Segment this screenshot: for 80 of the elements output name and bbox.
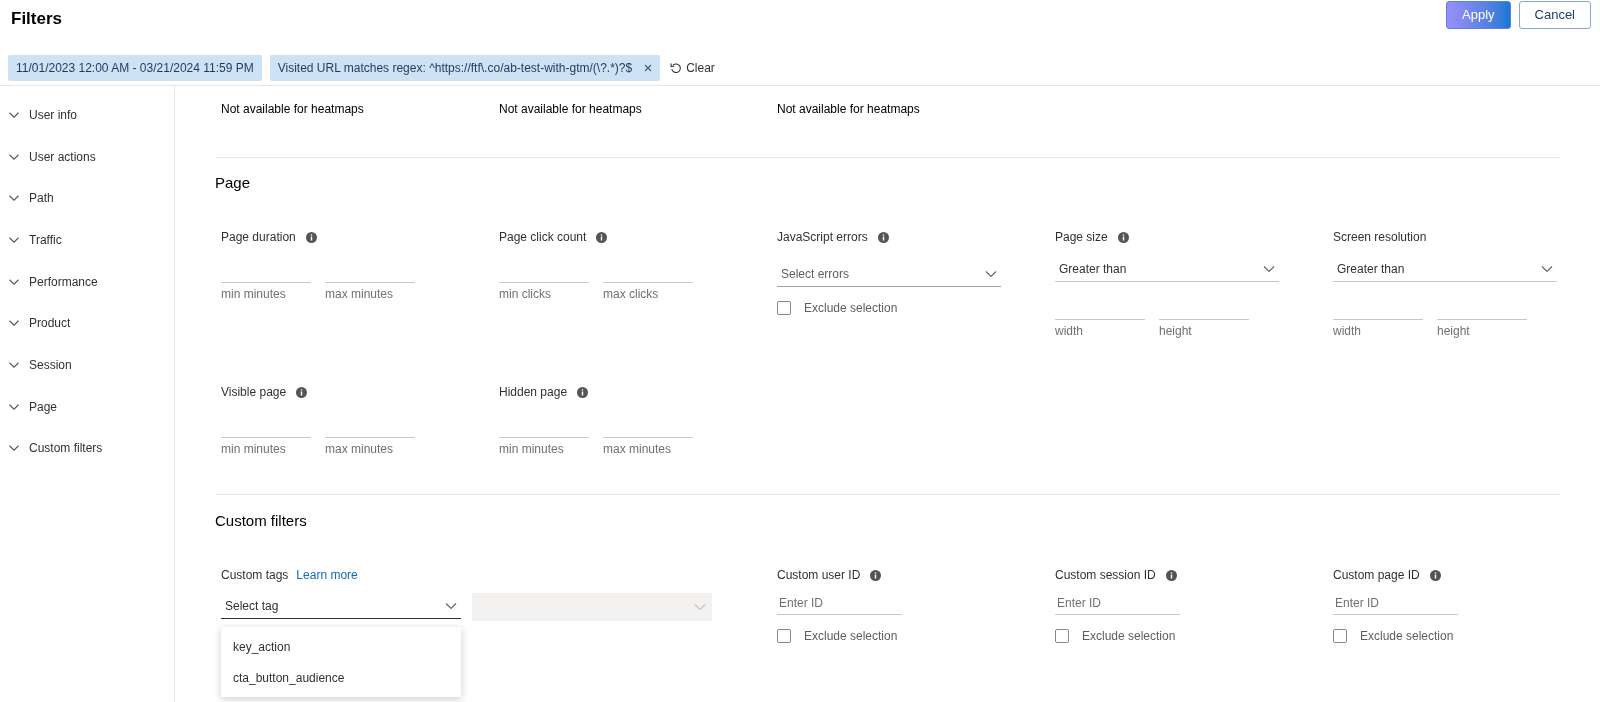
chevron-down-icon <box>8 403 20 411</box>
checkbox[interactable] <box>1333 629 1347 643</box>
field-value: Not available for heatmaps <box>221 102 364 116</box>
input-hint: max minutes <box>325 441 395 458</box>
chevron-down-icon <box>1263 264 1275 273</box>
field-label: Custom tags <box>221 567 289 584</box>
close-icon[interactable] <box>644 63 653 72</box>
page-title: Filters <box>11 8 63 30</box>
chevron-down-icon <box>8 444 20 452</box>
checkbox-label: Exclude selection <box>1360 628 1454 645</box>
chevron-down-icon <box>8 236 20 244</box>
input-hint: min minutes <box>221 441 287 458</box>
sidebar-item[interactable]: User info <box>8 94 174 136</box>
sidebar-item[interactable]: Page <box>8 385 174 428</box>
dropdown-option[interactable]: cta_button_audience <box>221 662 461 693</box>
sidebar-item[interactable]: Custom filters <box>8 427 174 470</box>
checkbox[interactable] <box>777 301 791 315</box>
errors-dropdown[interactable]: Select errors <box>777 261 1001 287</box>
chevron-down-icon <box>8 278 20 286</box>
input-hint: min clicks <box>499 286 552 303</box>
field-label: Page click count <box>499 229 587 246</box>
field-value: Not available for heatmaps <box>777 102 920 116</box>
chevron-down-icon <box>985 269 997 278</box>
sidebar-item[interactable]: Product <box>8 302 174 345</box>
checkbox-label: Exclude selection <box>804 628 898 645</box>
chip-label: Visited URL matches regex: ^https://ftf\.co/ab-test-with-gtm/(\?.*)?$ <box>277 59 633 77</box>
field-label: Custom page ID <box>1333 567 1420 584</box>
chevron-down-icon <box>8 194 20 202</box>
input-hint: max minutes <box>325 286 395 303</box>
input-hint: height <box>1437 323 1471 340</box>
field-label: Screen resolution <box>1333 229 1427 246</box>
undo-icon <box>670 61 683 74</box>
field-value: Not available for heatmaps <box>499 102 642 116</box>
input-hint: min minutes <box>221 286 287 303</box>
checkbox-label: Exclude selection <box>1082 628 1176 645</box>
id-input-field[interactable]: Enter ID <box>777 591 902 615</box>
chevron-down-icon <box>8 152 20 161</box>
input-hint: max clicks <box>603 286 660 303</box>
comparison-dropdown[interactable]: Greater than <box>1055 256 1279 282</box>
sidebar-item[interactable]: Path <box>8 177 174 220</box>
field-label: Custom user ID <box>777 567 861 584</box>
sidebar-item[interactable]: Performance <box>8 260 174 303</box>
chevron-down-icon <box>694 603 706 611</box>
input-hint: width <box>1055 323 1084 340</box>
filter-chip[interactable]: Visited URL matches regex: ^https://ftf\.co/ab-test-with-gtm/(\?.*)?$ <box>269 54 661 81</box>
dropdown-option[interactable]: key_action <box>221 631 461 662</box>
checkbox[interactable] <box>777 629 791 643</box>
sidebar-item[interactable]: Traffic <box>8 219 174 261</box>
sidebar-item[interactable]: User actions <box>8 135 174 178</box>
section-heading: Custom filters <box>215 511 307 531</box>
section-heading: Page <box>215 173 251 193</box>
comparison-dropdown[interactable]: Greater than <box>1333 256 1557 282</box>
chevron-down-icon <box>445 601 457 610</box>
sidebar-item[interactable]: Session <box>8 344 174 386</box>
clear-button[interactable]: Clear <box>670 58 715 77</box>
field-label: JavaScript errors <box>777 229 868 246</box>
chip-label: 11/01/2023 12:00 AM - 03/21/2024 11:59 PM <box>16 59 254 77</box>
chevron-down-icon <box>1541 264 1553 273</box>
input-hint: max minutes <box>603 441 673 458</box>
apply-button[interactable]: Apply <box>1446 1 1511 29</box>
filter-chip[interactable]: 11/01/2023 12:00 AM - 03/21/2024 11:59 PM <box>8 54 262 81</box>
tag-dropdown[interactable]: Select tag <box>221 593 461 619</box>
chevron-down-icon <box>8 319 20 327</box>
field-label: Visible page <box>221 384 287 401</box>
field-label: Hidden page <box>499 384 568 401</box>
input-hint: min minutes <box>499 441 565 458</box>
field-label: Page duration <box>221 229 296 246</box>
field-label: Page size <box>1055 229 1108 246</box>
chevron-down-icon <box>8 361 20 369</box>
input-hint: width <box>1333 323 1362 340</box>
chevron-down-icon <box>8 111 20 119</box>
checkbox[interactable] <box>1055 629 1069 643</box>
id-input-field[interactable]: Enter ID <box>1055 591 1180 615</box>
learn-more-link[interactable]: Learn more <box>296 566 358 584</box>
checkbox-label: Exclude selection <box>804 300 898 317</box>
value-dropdown[interactable] <box>472 593 712 621</box>
field-label: Custom session ID <box>1055 567 1156 584</box>
input-hint: height <box>1159 323 1193 340</box>
cancel-button[interactable]: Cancel <box>1518 1 1591 29</box>
id-input-field[interactable]: Enter ID <box>1333 591 1458 615</box>
